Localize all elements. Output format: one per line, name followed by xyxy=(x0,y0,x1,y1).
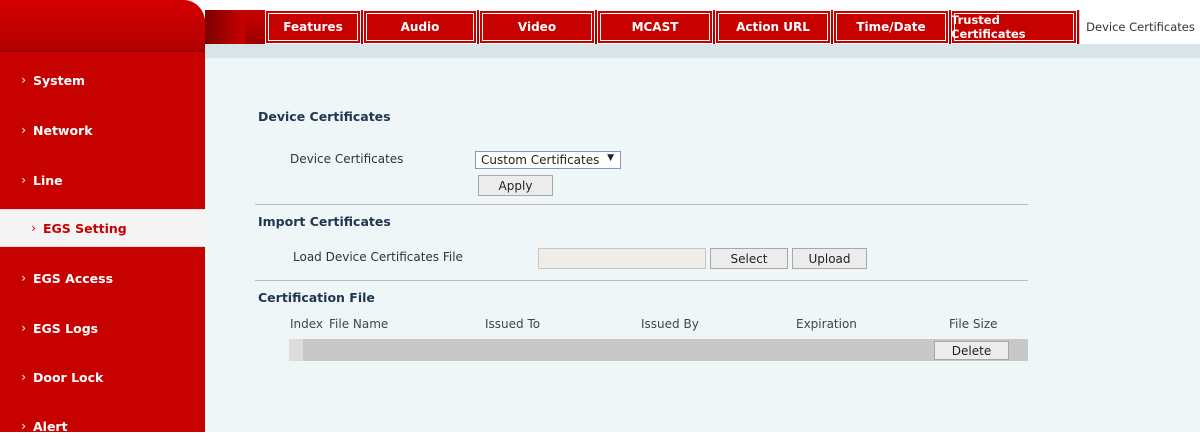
upload-button[interactable]: Upload xyxy=(792,248,867,269)
tab-video[interactable]: Video xyxy=(479,10,595,44)
chevron-right-icon: › xyxy=(21,321,26,335)
tab-audio[interactable]: Audio xyxy=(363,10,477,44)
device-certificates-label: Device Certificates xyxy=(290,152,404,166)
chevron-right-icon: › xyxy=(21,419,26,433)
sidebar-item-egs-logs[interactable]: › EGS Logs xyxy=(0,310,205,346)
column-header-issued-by: Issued By xyxy=(641,317,699,331)
tab-time-date[interactable]: Time/Date xyxy=(833,10,949,44)
sidebar-header xyxy=(0,0,205,52)
tab-device-certificates[interactable]: Device Certificates xyxy=(1079,10,1200,44)
delete-button[interactable]: Delete xyxy=(934,341,1009,360)
divider xyxy=(255,204,1028,205)
chevron-right-icon: › xyxy=(21,123,26,137)
column-header-issued-to: Issued To xyxy=(485,317,541,331)
chevron-right-icon: › xyxy=(21,370,26,384)
chevron-right-icon: › xyxy=(21,173,26,187)
sidebar-item-alert[interactable]: › Alert xyxy=(0,408,205,444)
sidebar-item-label: Alert xyxy=(33,418,68,434)
sidebar-nav: › System › Network › Line › EGS Setting … xyxy=(0,0,205,434)
sidebar-item-label: EGS Logs xyxy=(33,320,99,336)
section-title-certification-file: Certification File xyxy=(258,290,375,305)
select-file-button[interactable]: Select xyxy=(710,248,788,269)
sidebar-item-network[interactable]: › Network xyxy=(0,112,205,148)
sidebar-item-system[interactable]: › System xyxy=(0,62,205,98)
column-header-file-name: File Name xyxy=(329,317,389,331)
sidebar-item-label: EGS Access xyxy=(33,270,114,286)
column-header-index: Index xyxy=(290,317,324,331)
sidebar-item-egs-setting[interactable]: › EGS Setting xyxy=(0,209,205,247)
row-index-cell xyxy=(289,339,303,361)
main-panel: Device Certificates Device Certificates … xyxy=(205,58,1200,432)
tab-features[interactable]: Features xyxy=(265,10,361,44)
sidebar-item-line[interactable]: › Line xyxy=(0,162,205,198)
divider xyxy=(255,280,1028,281)
sidebar-item-label: Network xyxy=(33,122,93,138)
sidebar-item-door-lock[interactable]: › Door Lock xyxy=(0,359,205,395)
sidebar-item-label: Line xyxy=(33,172,63,188)
column-header-file-size: File Size xyxy=(949,317,998,331)
chevron-right-icon: › xyxy=(21,73,26,87)
section-title-import-certificates: Import Certificates xyxy=(258,214,391,229)
column-header-expiration: Expiration xyxy=(796,317,857,331)
tab-mcast[interactable]: MCAST xyxy=(597,10,713,44)
tab-action-url[interactable]: Action URL xyxy=(715,10,831,44)
sidebar-item-label: Door Lock xyxy=(33,369,104,385)
tab-underline-band xyxy=(205,44,1200,58)
tab-trusted-certificates[interactable]: Trusted Certificates xyxy=(951,10,1077,44)
apply-button[interactable]: Apply xyxy=(478,175,553,196)
load-certificates-file-label: Load Device Certificates File xyxy=(293,250,463,264)
device-certificates-select[interactable]: Custom Certificates ▼ xyxy=(475,151,621,169)
sidebar-item-label: System xyxy=(33,72,86,88)
chevron-right-icon: › xyxy=(31,221,36,235)
section-title-device-certificates: Device Certificates xyxy=(258,109,391,124)
select-value: Custom Certificates xyxy=(481,153,600,167)
table-row xyxy=(289,339,1028,361)
sidebar-item-label: EGS Setting xyxy=(43,220,127,236)
file-path-input[interactable] xyxy=(538,248,706,269)
chevron-right-icon: › xyxy=(21,271,26,285)
sidebar-item-egs-access[interactable]: › EGS Access xyxy=(0,260,205,296)
dropdown-arrow-icon: ▼ xyxy=(607,153,614,163)
